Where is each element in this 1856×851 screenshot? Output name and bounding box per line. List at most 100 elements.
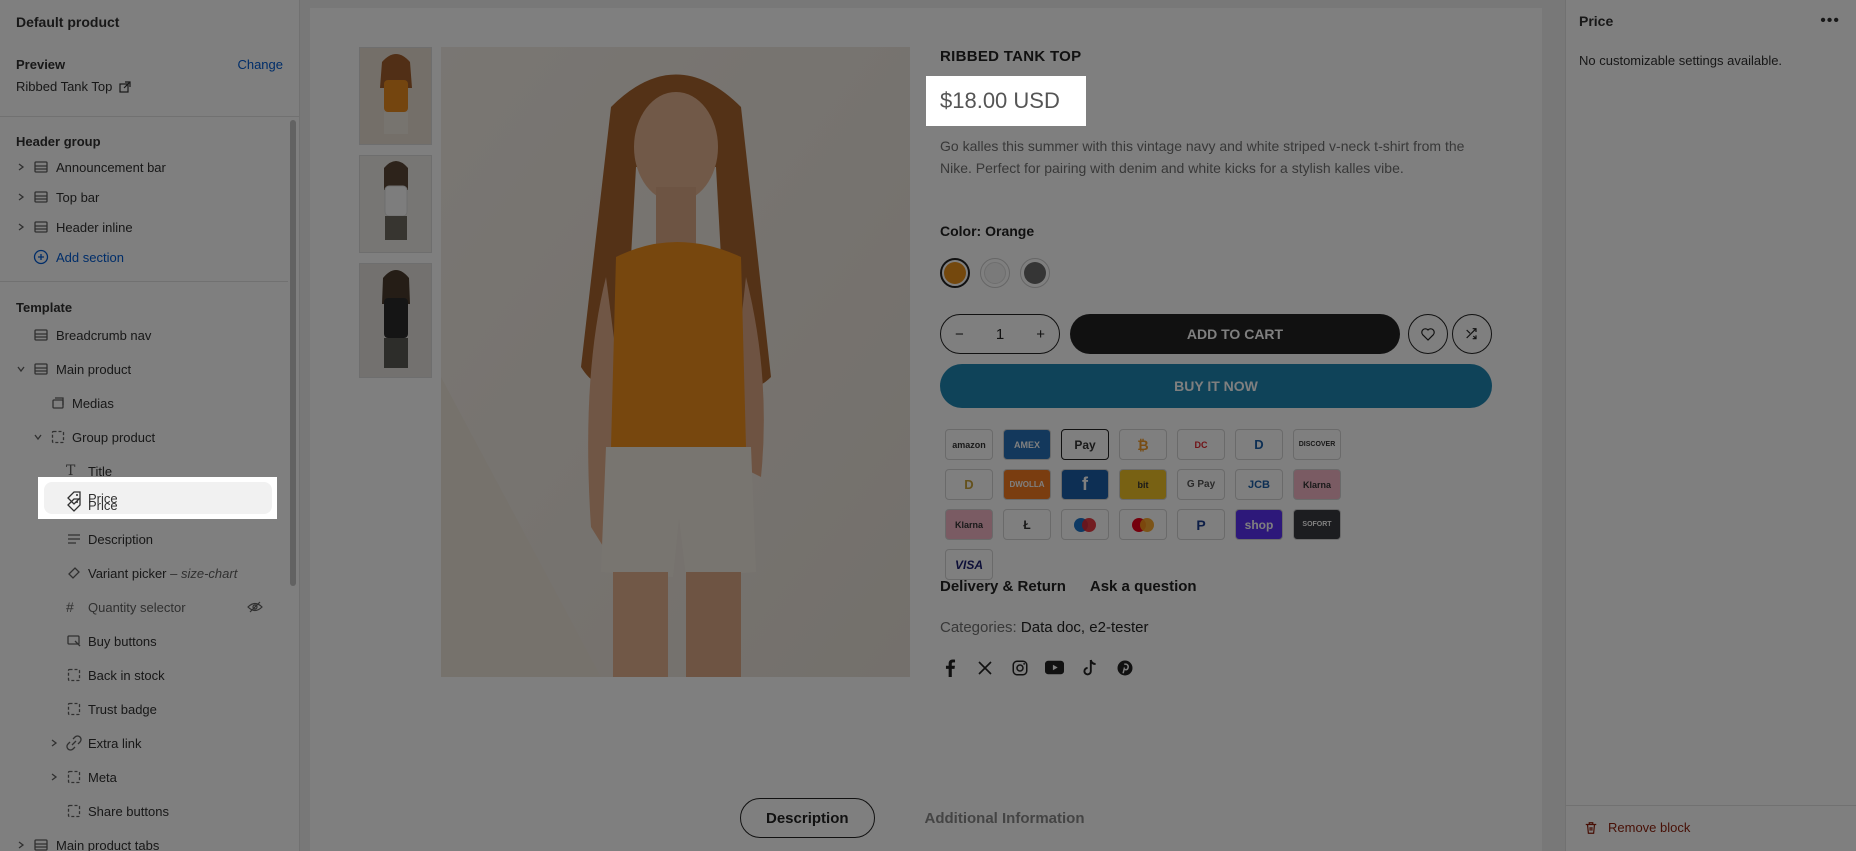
wishlist-button[interactable]: [1408, 314, 1448, 354]
color-swatches: [940, 258, 1050, 288]
preview-product-link[interactable]: Ribbed Tank Top: [16, 79, 283, 94]
tab-description[interactable]: Description: [740, 798, 875, 838]
amazon-pay-icon: amazon: [945, 429, 993, 460]
tree-item-back-in-stock[interactable]: Back in stock: [0, 658, 288, 692]
add-section-button[interactable]: Add section: [0, 242, 288, 272]
sidebar-scrollbar[interactable]: [290, 120, 296, 586]
tree-item-description[interactable]: Description: [0, 522, 288, 556]
chevron-right-icon[interactable]: [16, 222, 26, 232]
tree-item-main-product-tabs[interactable]: Main product tabs: [0, 828, 288, 851]
chevron-down-icon[interactable]: [16, 364, 26, 374]
dankort-icon: DC: [1177, 429, 1225, 460]
thumbnail-list: [359, 47, 432, 388]
chevron-right-icon[interactable]: [16, 192, 26, 202]
discover-icon: DISCOVER: [1293, 429, 1341, 460]
dogecoin-icon: D: [945, 469, 993, 500]
tree-item-header-inline[interactable]: Header inline: [0, 212, 288, 242]
section-icon: [34, 161, 48, 173]
tree-item-label: Extra link: [88, 735, 142, 751]
remove-block-button[interactable]: Remove block: [1584, 820, 1690, 835]
bitpay-icon: bit: [1119, 469, 1167, 500]
hash-icon: #: [66, 599, 74, 615]
tree-item-label: Announcement bar: [56, 159, 166, 175]
facebook-icon[interactable]: [940, 658, 959, 677]
klarna-icon: Klarna: [945, 509, 993, 540]
tree-item-trust-badge[interactable]: Trust badge: [0, 692, 288, 726]
product-info: RIBBED TANK TOP: [940, 48, 1492, 65]
media-icon: [52, 397, 64, 409]
tree-item-label: Description: [88, 531, 154, 547]
more-options-button[interactable]: •••: [1820, 12, 1840, 30]
swatch-orange[interactable]: [940, 258, 970, 288]
klarna-icon: Klarna: [1293, 469, 1341, 500]
product-links: Delivery & Return Ask a question: [940, 578, 1197, 595]
tree-item-label: Main product tabs: [56, 837, 160, 851]
tree-item-announcement-bar[interactable]: Announcement bar: [0, 152, 288, 182]
settings-panel: Price ••• No customizable settings avail…: [1565, 0, 1856, 851]
plus-icon[interactable]: +: [1036, 326, 1045, 343]
eye-off-icon[interactable]: [247, 599, 263, 615]
chevron-right-icon[interactable]: [49, 738, 59, 748]
compare-button[interactable]: [1452, 314, 1492, 354]
chevron-right-icon[interactable]: [16, 840, 26, 850]
chevron-right-icon[interactable]: [49, 772, 59, 782]
tree-item-label: Group product: [72, 429, 156, 445]
group-icon: [67, 702, 81, 716]
quantity-value[interactable]: 1: [996, 326, 1004, 343]
instagram-icon[interactable]: [1010, 658, 1029, 677]
chevron-down-icon[interactable]: [33, 432, 43, 442]
tree-item-group-product[interactable]: Group product: [0, 420, 288, 454]
thumbnail-orange[interactable]: [359, 47, 432, 145]
tree-item-quantity-selector[interactable]: # Quantity selector: [0, 590, 288, 624]
thumbnail-black[interactable]: [359, 263, 432, 378]
buy-now-button[interactable]: BUY IT NOW: [940, 364, 1492, 408]
minus-icon[interactable]: −: [955, 326, 964, 343]
swatch-gray[interactable]: [1020, 258, 1050, 288]
trash-icon: [1585, 821, 1597, 834]
chevron-right-icon[interactable]: [16, 162, 26, 172]
tree-item-top-bar[interactable]: Top bar: [0, 182, 288, 212]
product-preview: RIBBED TANK TOP Go kalles this summer wi…: [310, 8, 1542, 851]
tab-additional-information[interactable]: Additional Information: [925, 798, 1085, 838]
plus-circle-icon: [33, 249, 49, 265]
no-settings-message: No customizable settings available.: [1579, 53, 1783, 68]
tiktok-icon[interactable]: [1080, 658, 1099, 677]
tree-item-variant-picker[interactable]: Variant picker – size-chart: [0, 556, 288, 590]
shop-pay-icon: shop: [1235, 509, 1283, 540]
pinterest-icon[interactable]: [1115, 658, 1134, 677]
cursor-button-icon: [67, 635, 81, 647]
maestro-icon: [1061, 509, 1109, 540]
shuffle-icon: [1466, 328, 1477, 340]
tree-item-label: Share buttons: [88, 803, 169, 819]
thumbnail-white[interactable]: [359, 155, 432, 253]
product-main-image[interactable]: [441, 47, 910, 677]
section-icon: [34, 329, 48, 341]
youtube-icon[interactable]: [1045, 658, 1064, 677]
link-icon: [66, 735, 82, 751]
forbrugsforeningen-icon: f: [1061, 469, 1109, 500]
heart-icon: [1421, 328, 1435, 341]
swatch-white[interactable]: [980, 258, 1010, 288]
change-preview-button[interactable]: Change: [237, 57, 283, 72]
sidebar: Default product Preview Change Ribbed Ta…: [0, 0, 300, 851]
tree-item-meta[interactable]: Meta: [0, 760, 288, 794]
tree-item-main-product[interactable]: Main product: [0, 352, 288, 386]
tree-item-breadcrumb-nav[interactable]: Breadcrumb nav: [0, 318, 288, 352]
tree-item-extra-link[interactable]: Extra link: [0, 726, 288, 760]
product-price[interactable]: $18.00 USD: [940, 88, 1060, 114]
quantity-stepper[interactable]: − 1 +: [940, 314, 1060, 354]
categories-value[interactable]: Data doc, e2-tester: [1021, 619, 1149, 636]
delivery-return-link[interactable]: Delivery & Return: [940, 578, 1066, 595]
tree-item-medias[interactable]: Medias: [0, 386, 288, 420]
tree-item-share-buttons[interactable]: Share buttons: [0, 794, 288, 828]
tree-item-label: Header inline: [56, 219, 133, 235]
section-icon: [34, 221, 48, 233]
apple-pay-icon: Pay: [1061, 429, 1109, 460]
x-icon[interactable]: [975, 658, 994, 677]
ask-question-link[interactable]: Ask a question: [1090, 578, 1197, 595]
add-to-cart-button[interactable]: ADD TO CART: [1070, 314, 1400, 354]
google-pay-icon: G Pay: [1177, 469, 1225, 500]
tree-item-buy-buttons[interactable]: Buy buttons: [0, 624, 288, 658]
payment-icons: amazon AMEX Pay ₿ DC D DISCOVER D DWOLLA…: [945, 429, 1385, 580]
selected-tree-item[interactable]: Price: [44, 482, 272, 514]
